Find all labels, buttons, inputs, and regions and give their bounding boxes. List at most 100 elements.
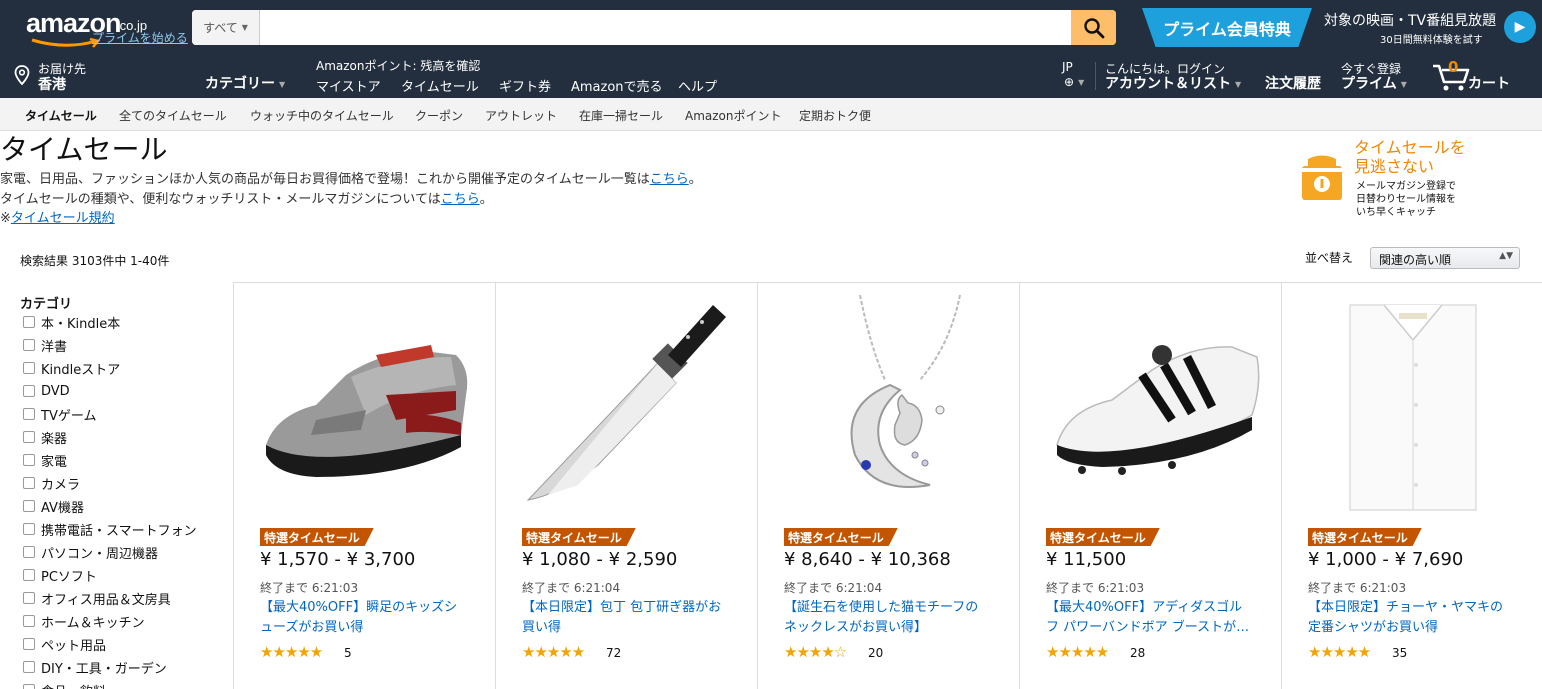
star-rating-icon[interactable]: ★★★★★	[1308, 643, 1371, 661]
checkbox[interactable]	[23, 523, 35, 535]
product-title-link[interactable]: 【最大40%OFF】瞬足のキッズシューズがお買い得	[260, 598, 465, 638]
play-icon: ▶	[1504, 11, 1536, 43]
nav-link-sell[interactable]: Amazonで売る	[571, 76, 663, 95]
cart-label[interactable]: カート	[1468, 73, 1510, 93]
checkbox[interactable]	[23, 638, 35, 650]
kids-sneaker-image[interactable]	[256, 295, 474, 513]
points-balance-link[interactable]: Amazonポイント: 残高を確認	[316, 57, 480, 74]
chef-knife-image[interactable]	[518, 295, 736, 513]
review-count[interactable]: 20	[868, 646, 883, 660]
checkbox[interactable]	[23, 431, 35, 443]
nav-link-mystore[interactable]: マイストア	[316, 76, 381, 95]
category-label: 本・Kindle本	[41, 316, 121, 332]
subnav-points[interactable]: Amazonポイント	[685, 107, 782, 124]
nav-link-timesale[interactable]: タイムセール	[401, 76, 479, 95]
star-rating-icon[interactable]: ★★★★★	[522, 643, 585, 661]
category-filter-instruments[interactable]: 楽器	[23, 427, 67, 447]
star-rating-icon[interactable]: ★★★★★	[1046, 643, 1109, 661]
search-input[interactable]	[260, 10, 1071, 45]
subnav-subscribe-save[interactable]: 定期おトク便	[799, 107, 871, 124]
terms-link[interactable]: タイムセール規約	[11, 211, 115, 226]
product-card[interactable]: 特選タイムセール ¥ 1,080 - ¥ 2,590 終了まで 6:21:04 …	[496, 283, 758, 689]
product-card[interactable]: 特選タイムセール ¥ 1,570 - ¥ 3,700 終了まで 6:21:03 …	[234, 283, 496, 689]
checkbox[interactable]	[23, 316, 35, 328]
category-filter-books[interactable]: 本・Kindle本	[23, 312, 120, 332]
upcoming-deals-link[interactable]: こちら	[650, 172, 689, 187]
product-card[interactable]: 特選タイムセール ¥ 11,500 終了まで 6:21:03 【最大40%OFF…	[1020, 283, 1282, 689]
category-filter-kindle[interactable]: Kindleストア	[23, 358, 120, 378]
review-count[interactable]: 35	[1392, 646, 1407, 660]
category-filter-foreign-books[interactable]: 洋書	[23, 335, 67, 355]
page-title: タイムセール	[0, 133, 168, 166]
amazon-logo[interactable]: amazon .co.jp プライムを始める	[24, 8, 194, 48]
prime-signup-link[interactable]: プライムを始める	[92, 29, 188, 46]
deal-badge: 特選タイムセール	[260, 528, 374, 546]
search-button[interactable]	[1071, 10, 1116, 45]
subnav-timesale[interactable]: タイムセール	[25, 107, 97, 124]
cat-moon-necklace-image[interactable]	[780, 295, 998, 513]
subnav-coupons[interactable]: クーポン	[415, 107, 463, 124]
category-filter-office[interactable]: オフィス用品＆文房具	[23, 588, 171, 608]
category-filter-camera[interactable]: カメラ	[23, 473, 80, 493]
star-rating-icon[interactable]: ★★★★★	[260, 643, 323, 661]
prime-banner-line2: 30日間無料体験を試す	[1380, 35, 1483, 46]
category-filter-home-kitchen[interactable]: ホーム＆キッチン	[23, 611, 145, 631]
newsletter-promo[interactable]: タイムセールを 見逃さない メールマガジン登録で 日替わりセール情報を いち早く…	[1300, 136, 1540, 226]
checkbox[interactable]	[23, 546, 35, 558]
product-title-link[interactable]: 【最大40%OFF】アディダスゴルフ パワーバンドボア ブーストが…	[1046, 598, 1251, 638]
review-count[interactable]: 5	[344, 646, 352, 660]
checkbox[interactable]	[23, 362, 35, 374]
deliver-to-location[interactable]: 香港	[38, 74, 66, 94]
product-card[interactable]: 特選タイムセール ¥ 1,000 - ¥ 7,690 終了まで 6:21:03 …	[1282, 283, 1542, 689]
subnav-all-deals[interactable]: 全てのタイムセール	[119, 107, 227, 124]
category-filter-computers[interactable]: パソコン・周辺機器	[23, 542, 158, 562]
category-filter-software[interactable]: PCソフト	[23, 565, 97, 585]
orders-link[interactable]: 注文履歴	[1265, 73, 1321, 93]
category-menu[interactable]: カテゴリー ▼	[205, 73, 285, 93]
subnav-watched-deals[interactable]: ウォッチ中のタイムセール	[250, 107, 394, 124]
product-card[interactable]: 特選タイムセール ¥ 8,640 - ¥ 10,368 終了まで 6:21:04…	[758, 283, 1020, 689]
golf-shoe-image[interactable]	[1042, 295, 1260, 513]
checkbox[interactable]	[23, 569, 35, 581]
category-filter-diy[interactable]: DIY・工具・ガーデン	[23, 657, 167, 677]
checkbox[interactable]	[23, 615, 35, 627]
checkbox[interactable]	[23, 500, 35, 512]
checkbox[interactable]	[23, 385, 35, 397]
review-count[interactable]: 28	[1130, 646, 1145, 660]
checkbox[interactable]	[23, 684, 35, 689]
sort-dropdown[interactable]: 関連の高い順 ▲▼	[1370, 247, 1520, 269]
watchlist-info-link[interactable]: こちら	[441, 192, 480, 207]
checkbox[interactable]	[23, 408, 35, 420]
star-rating-icon[interactable]: ★★★★☆	[784, 643, 847, 661]
category-filter-dvd[interactable]: DVD	[23, 381, 70, 401]
checkbox[interactable]	[23, 477, 35, 489]
language-selector[interactable]: ⊕ ▼	[1064, 75, 1084, 89]
prime-video-banner[interactable]: プライム会員特典 対象の映画・TV番組見放題 30日間無料体験を試す ▶	[1142, 8, 1540, 47]
dress-shirt-image[interactable]	[1304, 295, 1522, 513]
description-text: 家電、日用品、ファッションほか人気の商品が毎日お買得価格で登場！これから開催予定…	[0, 172, 650, 187]
category-filter-games[interactable]: TVゲーム	[23, 404, 96, 424]
product-title-link[interactable]: 【本日限定】チョーヤ・ヤマキの定番シャツがお買い得	[1308, 598, 1513, 638]
nav-link-help[interactable]: ヘルプ	[678, 76, 717, 95]
nav-link-giftcard[interactable]: ギフト券	[499, 76, 551, 95]
prime-banner-line1: 対象の映画・TV番組見放題	[1324, 13, 1497, 29]
category-filter-pet[interactable]: ペット用品	[23, 634, 106, 654]
review-count[interactable]: 72	[606, 646, 621, 660]
subnav-outlet[interactable]: アウトレット	[485, 107, 557, 124]
account-lists-menu[interactable]: アカウント＆リスト ▼	[1105, 73, 1241, 93]
product-title-link[interactable]: 【誕生石を使用した猫モチーフのネックレスがお買い得】	[784, 598, 989, 638]
category-filter-phones[interactable]: 携帯電話・スマートフォン	[23, 519, 197, 539]
subnav-clearance[interactable]: 在庫一掃セール	[579, 107, 663, 124]
category-filter-food[interactable]: 食品・飲料	[23, 680, 106, 689]
checkbox[interactable]	[23, 661, 35, 673]
category-filter-av[interactable]: AV機器	[23, 496, 84, 516]
language-label[interactable]: JP	[1062, 60, 1073, 74]
prime-menu[interactable]: プライム ▼	[1341, 73, 1407, 93]
checkbox[interactable]	[23, 339, 35, 351]
checkbox[interactable]	[23, 454, 35, 466]
product-title-link[interactable]: 【本日限定】包丁 包丁研ぎ器がお買い得	[522, 598, 727, 638]
category-filter-electronics[interactable]: 家電	[23, 450, 67, 470]
deal-timer: 終了まで 6:21:03	[1308, 581, 1407, 595]
search-category-dropdown[interactable]: すべて ▼	[192, 10, 260, 45]
checkbox[interactable]	[23, 592, 35, 604]
